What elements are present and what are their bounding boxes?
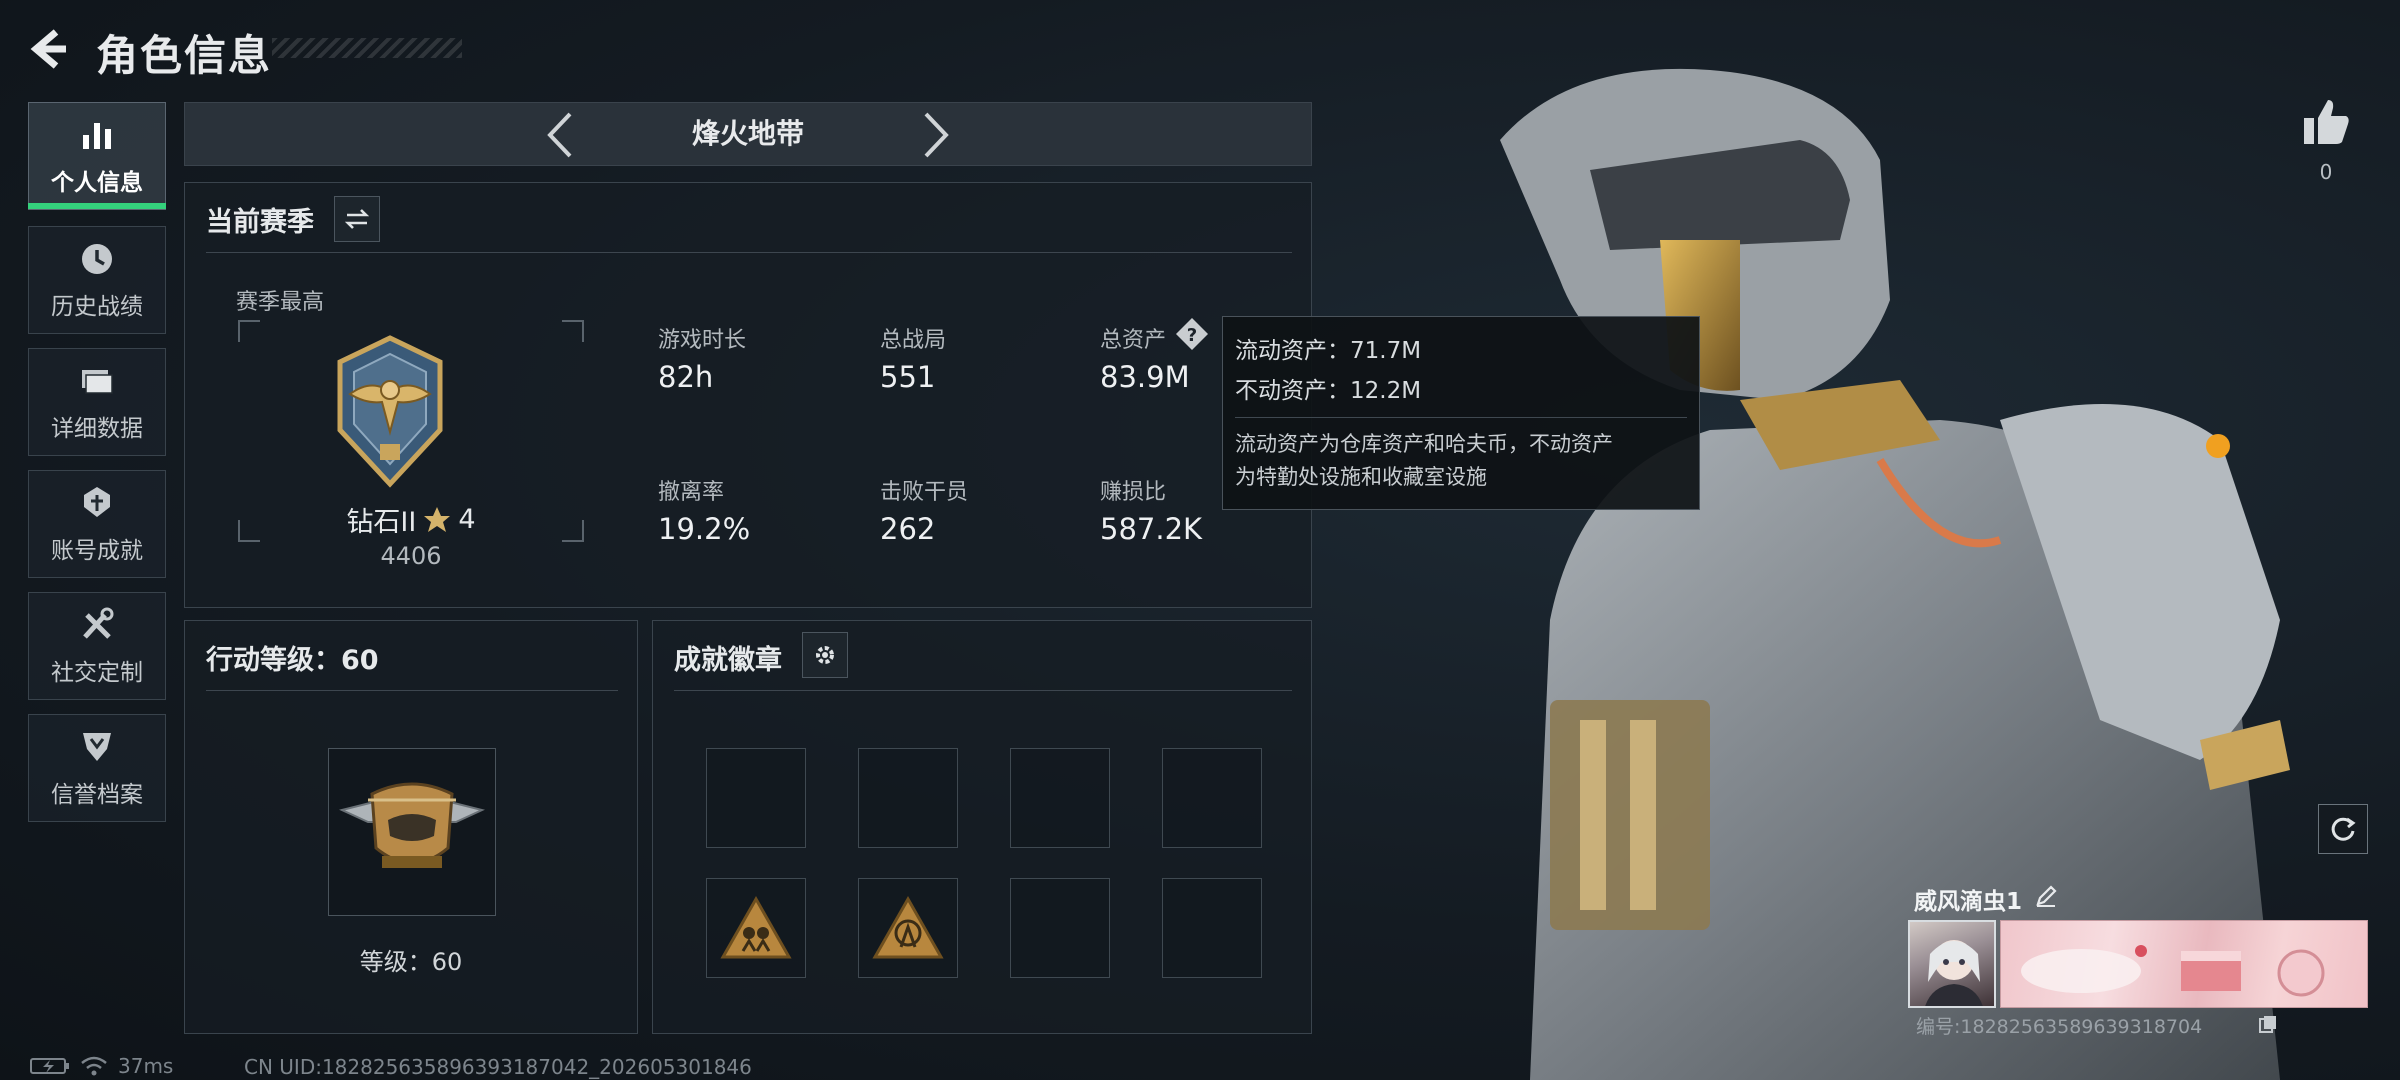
divider	[674, 690, 1292, 691]
achievement-badge-icon	[720, 895, 792, 959]
player-nickname: 威风滴虫1	[1914, 889, 2023, 915]
frame-corner	[562, 320, 584, 342]
fixed-assets: 不动资产：12.2M	[1235, 378, 1422, 404]
shield-badge-icon	[83, 733, 111, 761]
badge-slot[interactable]	[1162, 748, 1262, 848]
sidebar-item-social[interactable]: 社交定制	[28, 592, 166, 700]
action-level-title: 行动等级：60	[206, 645, 379, 676]
ping-value: 37ms	[118, 1054, 174, 1078]
like-count: 0	[2319, 160, 2333, 184]
thumbs-up-icon[interactable]	[2300, 96, 2352, 148]
rank-stars: 4	[458, 504, 476, 535]
rank-emblem-icon	[337, 335, 443, 488]
stat-label-total-matches: 总战局	[880, 328, 947, 353]
stat-value-extraction-rate: 19.2%	[658, 512, 751, 546]
svg-text:?: ?	[1187, 325, 1197, 346]
assets-tooltip: 流动资产：71.7M 不动资产：12.2M 流动资产为仓库资产和哈夫币，不动资产…	[1222, 316, 1700, 510]
badge-slot[interactable]	[1162, 878, 1262, 978]
tooltip-desc-line2: 为特勤处设施和收藏室设施	[1235, 465, 1487, 489]
avatar-portrait	[1925, 940, 1983, 1006]
character-artwork	[1500, 68, 2290, 1080]
swap-icon	[344, 209, 370, 229]
help-icon[interactable]: ?	[1174, 316, 1210, 352]
trophy-icon	[84, 487, 110, 517]
season-title: 当前赛季	[206, 207, 314, 238]
stat-label-extraction-rate: 撤离率	[658, 480, 725, 505]
tooltip-divider	[1235, 417, 1687, 418]
sidebar-item-label: 账号成就	[51, 538, 143, 564]
edit-pencil-icon[interactable]	[2034, 884, 2058, 908]
copy-icon[interactable]	[2258, 1014, 2278, 1034]
stat-label-playtime: 游戏时长	[658, 328, 747, 353]
season-switch-button[interactable]	[334, 196, 380, 242]
stat-value-operators-defeated: 262	[880, 512, 936, 546]
level-label: 等级：60	[359, 948, 463, 976]
tooltip-desc-line1: 流动资产为仓库资产和哈夫币，不动资产	[1235, 432, 1613, 456]
mode-title: 烽火地带	[691, 117, 804, 150]
next-mode-arrow-icon[interactable]	[910, 110, 960, 160]
achievements-title: 成就徽章	[674, 645, 782, 676]
gear-icon	[816, 646, 834, 664]
folder-icon	[82, 370, 113, 394]
stat-value-total-matches: 551	[880, 360, 936, 394]
battery-charging-icon	[30, 1058, 69, 1074]
divider	[206, 690, 618, 691]
rank-name: 钻石II	[346, 507, 417, 538]
stat-label-total-assets: 总资产	[1100, 328, 1167, 353]
status-bar: 37ms	[30, 1054, 173, 1078]
stat-value-playtime: 82h	[658, 360, 714, 394]
badge-slot[interactable]	[706, 748, 806, 848]
back-arrow-icon[interactable]	[24, 24, 74, 74]
achievements-settings-button[interactable]	[802, 632, 848, 678]
frame-corner	[238, 320, 260, 342]
clock-icon	[82, 244, 112, 274]
rank-score: 4406	[380, 542, 442, 570]
helicopter-emblem-icon	[339, 782, 485, 868]
sidebar-item-detailed-data[interactable]: 详细数据	[28, 348, 166, 456]
badge-slot[interactable]	[858, 748, 958, 848]
badge-slot[interactable]	[1010, 878, 1110, 978]
stat-label-profit-ratio: 赚损比	[1100, 480, 1167, 505]
bar-chart-icon	[83, 123, 111, 149]
page-title: 角色信息	[96, 31, 273, 80]
season-best-label: 赛季最高	[236, 290, 325, 315]
sidebar-item-label: 个人信息	[51, 170, 143, 196]
divider	[206, 252, 1292, 253]
rank-row: 钻石II 4	[238, 500, 584, 539]
liquid-assets: 流动资产：71.7M	[1235, 338, 1422, 364]
name-card-art	[2021, 945, 2325, 997]
sidebar-item-label: 信誉档案	[51, 782, 143, 808]
wifi-icon	[81, 1056, 107, 1076]
active-tab-indicator	[28, 203, 166, 209]
stat-value-profit-ratio: 587.2K	[1100, 512, 1203, 546]
stat-label-operators-defeated: 击败干员	[880, 480, 969, 505]
badge-slot[interactable]	[706, 878, 806, 978]
refresh-button[interactable]	[2318, 804, 2368, 854]
sidebar-item-label: 历史战绩	[51, 294, 143, 320]
star-icon	[424, 506, 451, 532]
tools-icon	[83, 607, 114, 639]
player-id: 编号:18282563589639318704	[1916, 1016, 2203, 1038]
achievement-badge-icon	[872, 895, 944, 959]
stat-value-total-assets: 83.9M	[1100, 360, 1190, 394]
badge-slot[interactable]	[1010, 748, 1110, 848]
sidebar-item-credit-record[interactable]: 信誉档案	[28, 714, 166, 822]
sidebar-item-achievements[interactable]: 账号成就	[28, 470, 166, 578]
account-uid: CN UID:18282563589639318704​2_2026053018…	[244, 1055, 752, 1079]
refresh-icon	[2331, 817, 2356, 841]
name-card-banner[interactable]	[2000, 920, 2368, 1008]
title-decoration	[272, 38, 462, 58]
sidebar-item-label: 社交定制	[51, 660, 143, 686]
avatar[interactable]	[1908, 920, 1996, 1008]
sidebar-item-history[interactable]: 历史战绩	[28, 226, 166, 334]
badge-slot[interactable]	[858, 878, 958, 978]
sidebar-item-personal-info[interactable]: 个人信息	[28, 102, 166, 210]
sidebar-item-label: 详细数据	[51, 416, 143, 442]
